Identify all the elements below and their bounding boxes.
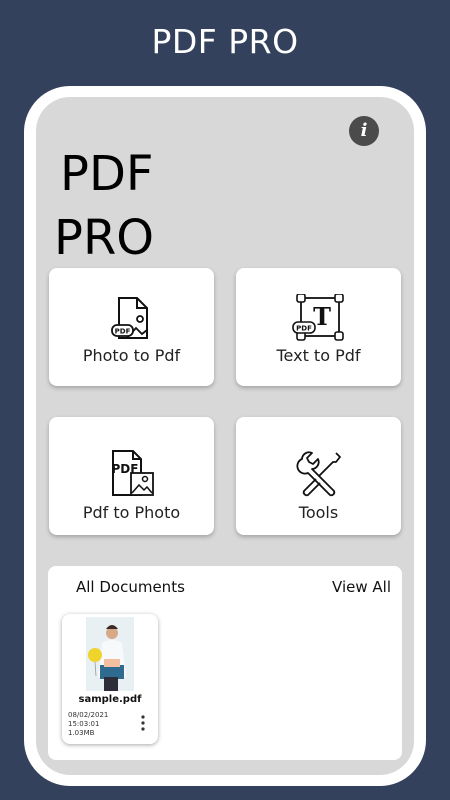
app-title-line1: PDF [60,146,154,202]
pdf-to-photo-button[interactable]: PDF Pdf to Photo [49,417,214,535]
document-size: 1.03MB [68,729,95,737]
svg-text:PDF: PDF [296,325,312,333]
svg-text:PDF: PDF [114,328,130,336]
more-vertical-icon[interactable] [138,714,148,732]
document-date: 08/02/2021 [68,711,109,719]
tools-label: Tools [298,503,339,522]
pdf-photo-icon: PDF [111,450,154,496]
tools-button[interactable]: Tools [236,417,401,535]
document-time: 15:03:01 [68,720,100,728]
text-pdf-icon: T PDF [291,294,344,341]
info-icon[interactable]: i [349,116,379,146]
photo-to-pdf-button[interactable]: PDF Photo to Pdf [49,268,214,386]
page-header-title: PDF PRO [151,22,299,61]
document-thumbnail [86,617,134,691]
pdf-to-photo-label: Pdf to Photo [82,503,181,522]
photo-to-pdf-label: Photo to Pdf [82,346,181,365]
view-all-link[interactable]: View All [332,578,391,596]
all-documents-title: All Documents [76,578,185,596]
person-photo-icon [86,617,134,691]
text-to-pdf-label: Text to Pdf [276,346,361,365]
tools-icon [295,451,341,497]
text-to-pdf-button[interactable]: T PDF Text to Pdf [236,268,401,386]
document-card[interactable]: sample.pdf 08/02/2021 15:03:01 1.03MB [62,614,158,744]
document-name: sample.pdf [78,694,142,705]
all-documents-panel: All Documents View All sample.pdf 08/02/… [48,566,402,760]
photo-pdf-icon: PDF [110,297,148,339]
document-meta: 08/02/2021 15:03:01 1.03MB [68,711,108,738]
app-title-line2: PRO [54,210,155,266]
app-title: PDF PRO [54,142,154,270]
